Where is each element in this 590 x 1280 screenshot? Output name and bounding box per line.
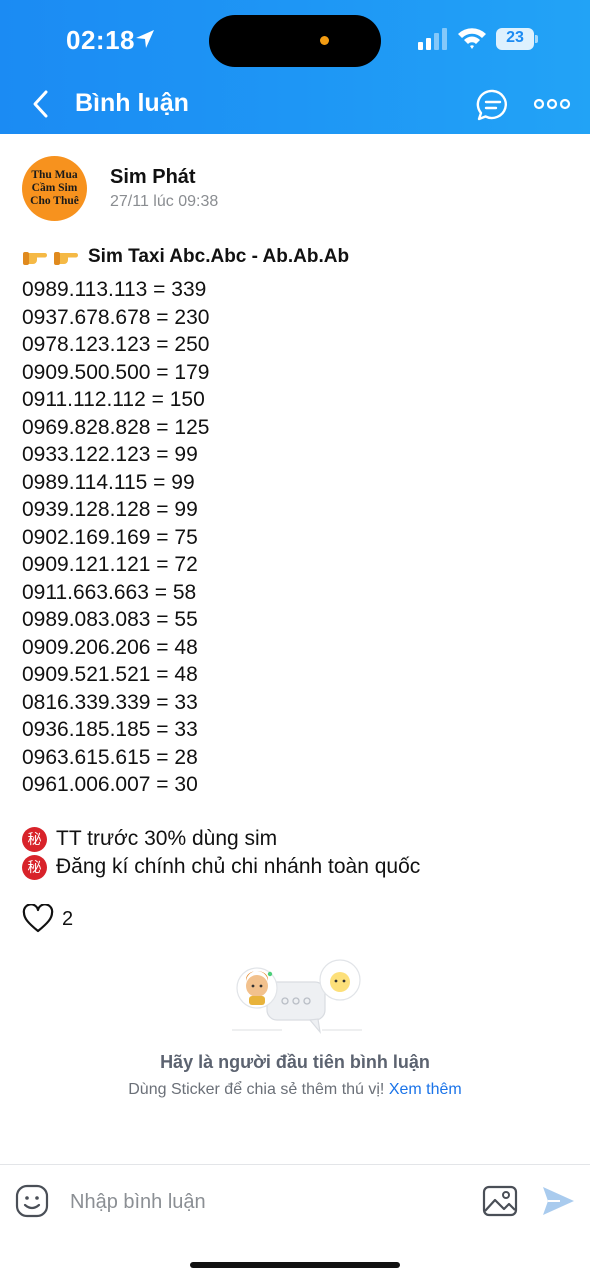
- sim-list-item: 0939.128.128 = 99: [22, 498, 198, 521]
- note-text: Đăng kí chính chủ chi nhánh toàn quốc: [56, 855, 421, 878]
- composer-divider: [0, 1164, 590, 1165]
- status-bar: 02:18 23: [0, 0, 590, 78]
- note-line: 秘 TT trước 30% dùng sim: [22, 825, 420, 853]
- empty-comments-illustration: [232, 959, 362, 1035]
- cellular-signal-icon: [418, 28, 447, 50]
- avatar-text-line: Cầm Sim: [31, 182, 78, 194]
- post-title: Sim Taxi Abc.Abc - Ab.Ab.Ab: [22, 244, 349, 270]
- sim-list-item: 0989.114.115 = 99: [22, 470, 195, 494]
- author-name[interactable]: Sim Phát: [110, 166, 196, 189]
- empty-comments-subtitle: Dùng Sticker để chia sẻ thêm thú vị! Xem…: [0, 1081, 590, 1099]
- sim-list-item: 0969.828.828 = 125: [22, 415, 210, 439]
- battery-level: 23: [506, 29, 524, 46]
- status-time: 02:18: [66, 25, 135, 55]
- dynamic-island: [209, 15, 381, 67]
- secret-badge-icon: 秘: [22, 826, 47, 852]
- more-dots-icon[interactable]: [533, 90, 571, 118]
- nav-bar: Bình luận: [0, 78, 590, 134]
- wifi-icon: [458, 28, 486, 49]
- secret-badge-icon: 秘: [22, 854, 47, 880]
- post-notes: 秘 TT trước 30% dùng sim 秘 Đăng kí chính …: [22, 825, 420, 881]
- chat-bubble-icon[interactable]: [476, 88, 510, 122]
- like-count: 2: [62, 907, 74, 930]
- sim-list-item: 0909.121.121 = 72: [22, 553, 198, 576]
- post-title-text: Sim Taxi Abc.Abc - Ab.Ab.Ab: [88, 246, 350, 267]
- post-timestamp: 27/11 lúc 09:38: [110, 193, 219, 210]
- sim-list-item: 0909.521.521 = 48: [22, 663, 198, 686]
- location-arrow-icon: [136, 30, 154, 48]
- pointing-hand-icon: [23, 252, 47, 265]
- sim-list-item: 0909.206.206 = 48: [22, 635, 198, 659]
- sim-list-item: 0911.112.112 = 150: [22, 388, 205, 411]
- page-title: Bình luận: [75, 89, 189, 117]
- see-more-link[interactable]: Xem thêm: [389, 1081, 462, 1098]
- empty-comments-hint: Dùng Sticker để chia sẻ thêm thú vị!: [128, 1081, 385, 1098]
- sim-list-item: 0963.615.615 = 28: [22, 745, 198, 769]
- back-chevron-icon[interactable]: [26, 86, 58, 122]
- sim-list-item: 0961.006.007 = 30: [22, 773, 198, 796]
- sim-list-item: 0911.663.663 = 58: [22, 580, 197, 604]
- privacy-indicator-dot: [320, 36, 329, 45]
- note-line: 秘 Đăng kí chính chủ chi nhánh toàn quốc: [22, 853, 420, 881]
- app-header: 02:18 23 Bình luận: [0, 0, 590, 134]
- image-picker-icon[interactable]: [482, 1184, 518, 1218]
- avatar-text-line: Thu Mua: [31, 169, 78, 181]
- sim-list-item: 0978.123.123 = 250: [22, 333, 210, 356]
- comment-input[interactable]: [70, 1184, 460, 1220]
- sim-list-item: 0909.500.500 = 179: [22, 360, 210, 384]
- sim-list-item: 0933.122.123 = 99: [22, 443, 198, 466]
- heart-icon[interactable]: [22, 904, 54, 934]
- sim-list-item: 0989.113.113 = 339: [22, 278, 207, 301]
- sim-list-item: 0936.185.185 = 33: [22, 718, 198, 741]
- sim-list-item: 0902.169.169 = 75: [22, 525, 198, 549]
- sim-list-item: 0937.678.678 = 230: [22, 305, 210, 329]
- sim-list-item: 0989.083.083 = 55: [22, 608, 198, 631]
- home-indicator: [190, 1262, 400, 1268]
- like-button[interactable]: 2: [22, 904, 73, 934]
- battery-icon: 23: [496, 28, 538, 50]
- avatar-text-line: Cho Thuê: [30, 195, 79, 207]
- empty-comments-title: Hãy là người đầu tiên bình luận: [160, 1052, 430, 1072]
- sim-list-item: 0816.339.339 = 33: [22, 690, 198, 714]
- pointing-hand-icon: [54, 252, 78, 265]
- author-avatar[interactable]: Thu Mua Cầm Sim Cho Thuê: [22, 156, 87, 221]
- sticker-icon[interactable]: [14, 1183, 50, 1219]
- note-text: TT trước 30% dùng sim: [56, 827, 278, 850]
- send-icon[interactable]: [540, 1184, 576, 1218]
- sim-number-list: 0989.113.113 = 339 0937.678.678 = 230 0978…: [22, 276, 209, 799]
